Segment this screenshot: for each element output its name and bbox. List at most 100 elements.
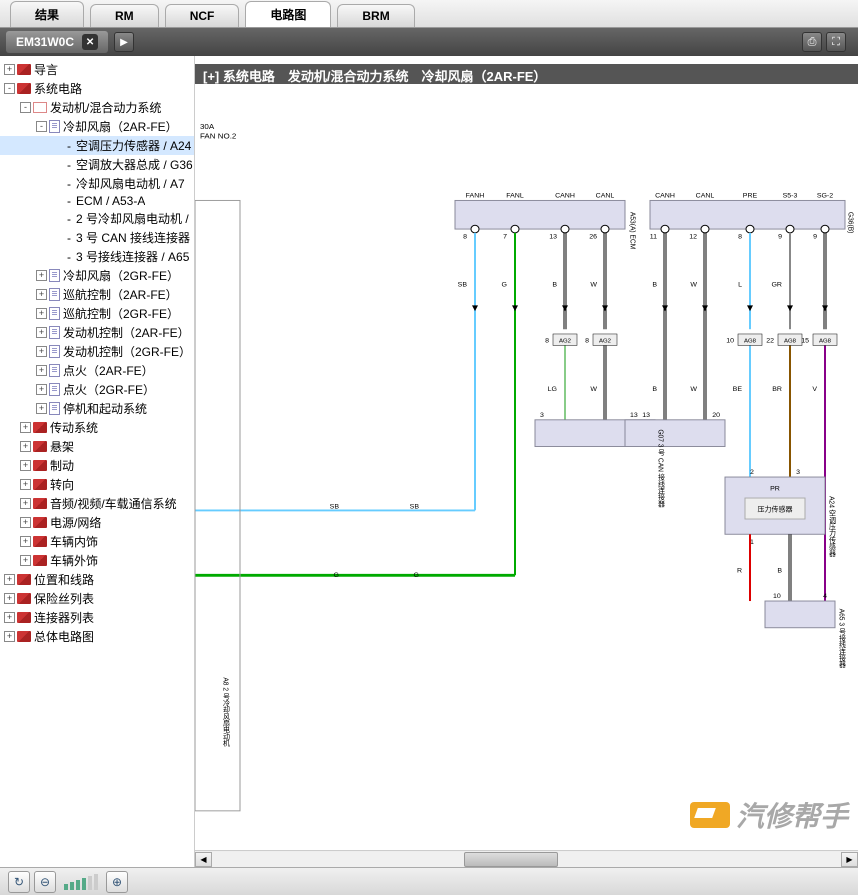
top-tab-4[interactable]: BRM — [337, 4, 414, 27]
tree-node-9[interactable]: -3 号 CAN 接线连接器 — [0, 228, 194, 247]
top-tabs: 结果 RM NCF电路图 BRM — [0, 0, 858, 28]
close-icon[interactable]: ✕ — [82, 34, 98, 50]
page-icon — [49, 364, 60, 377]
tree-node-25[interactable]: +车辆内饰 — [0, 532, 194, 551]
svg-text:30A: 30A — [200, 122, 215, 131]
tree-node-7[interactable]: -ECM / A53-A — [0, 193, 194, 209]
tree-node-15[interactable]: +发动机控制（2GR-FE） — [0, 342, 194, 361]
toggle-icon[interactable]: + — [36, 403, 47, 414]
zoom-out-button[interactable]: ⊖ — [34, 871, 56, 893]
forward-button[interactable]: ▶ — [114, 32, 134, 52]
tree-node-8[interactable]: -2 号冷却风扇电动机 / — [0, 209, 194, 228]
top-tab-1[interactable]: RM — [90, 4, 159, 27]
toggle-icon[interactable]: + — [36, 346, 47, 357]
toggle-icon[interactable]: + — [20, 498, 31, 509]
tree-node-2[interactable]: -发动机/混合动力系统 — [0, 98, 194, 117]
tree-label: ECM / A53-A — [76, 194, 145, 208]
print-icon[interactable]: ⎙ — [802, 32, 822, 52]
toggle-icon[interactable]: + — [36, 270, 47, 281]
tree-node-16[interactable]: +点火（2AR-FE） — [0, 361, 194, 380]
tree-node-29[interactable]: +连接器列表 — [0, 608, 194, 627]
breadcrumb-expand-icon[interactable]: [+] — [203, 69, 219, 84]
svg-text:FANH: FANH — [466, 193, 485, 200]
tree-node-18[interactable]: +停机和起动系统 — [0, 399, 194, 418]
tree-node-30[interactable]: +总体电路图 — [0, 627, 194, 646]
toggle-icon[interactable]: + — [4, 574, 15, 585]
tree-node-10[interactable]: -3 号接线连接器 / A65 — [0, 247, 194, 266]
toggle-icon[interactable]: + — [20, 441, 31, 452]
page-icon — [49, 345, 60, 358]
scroll-left-button[interactable]: ◀ — [195, 852, 212, 867]
scrollbar-track[interactable] — [212, 852, 841, 867]
toggle-icon[interactable]: + — [20, 422, 31, 433]
tree-node-12[interactable]: + 巡航控制（2AR-FE） — [0, 285, 194, 304]
svg-text:V: V — [812, 386, 817, 393]
svg-text:9: 9 — [778, 234, 782, 241]
tree-label: 巡航控制（2AR-FE） — [63, 286, 178, 303]
watermark-text: 汽修帮手 — [736, 795, 848, 835]
wiring-diagram[interactable]: 30AFAN NO.2A53(A) ECMFANH8FANL7CANH13CAN… — [195, 86, 858, 849]
tree-node-20[interactable]: +悬架 — [0, 437, 194, 456]
toggle-icon[interactable]: + — [36, 327, 47, 338]
tree-node-17[interactable]: + 点火（2GR-FE） — [0, 380, 194, 399]
top-tab-0[interactable]: 结果 — [10, 1, 84, 27]
toggle-icon[interactable]: + — [20, 555, 31, 566]
svg-text:2: 2 — [750, 469, 754, 476]
tree-node-24[interactable]: +电源/网络 — [0, 513, 194, 532]
toggle-icon[interactable]: + — [20, 460, 31, 471]
tree-node-21[interactable]: + 制动 — [0, 456, 194, 475]
toggle-icon[interactable]: - — [36, 121, 47, 132]
top-tab-2[interactable]: NCF — [165, 4, 240, 27]
expand-icon[interactable]: ⛶ — [826, 32, 846, 52]
svg-text:L: L — [738, 281, 742, 288]
tree-node-28[interactable]: +保险丝列表 — [0, 589, 194, 608]
toggle-icon[interactable]: + — [36, 308, 47, 319]
tree-node-27[interactable]: +位置和线路 — [0, 570, 194, 589]
tree-node-6[interactable]: -冷却风扇电动机 / A7 — [0, 174, 194, 193]
tree-node-13[interactable]: +巡航控制（2GR-FE） — [0, 304, 194, 323]
toggle-icon[interactable]: + — [4, 631, 15, 642]
tree-node-14[interactable]: +发动机控制（2AR-FE） — [0, 323, 194, 342]
scroll-right-button[interactable]: ▶ — [841, 852, 858, 867]
horizontal-scrollbar[interactable]: ◀ ▶ — [195, 850, 858, 867]
book-icon — [33, 517, 47, 528]
toggle-icon[interactable]: + — [20, 517, 31, 528]
toggle-icon[interactable]: + — [20, 536, 31, 547]
svg-text:B: B — [652, 281, 657, 288]
refresh-button[interactable]: ↻ — [8, 871, 30, 893]
tree-node-22[interactable]: +转向 — [0, 475, 194, 494]
svg-text:AG2: AG2 — [599, 339, 611, 345]
document-tab[interactable]: EM31W0C ✕ — [6, 31, 108, 53]
tree-node-5[interactable]: -空调放大器总成 / G36 — [0, 155, 194, 174]
tree-node-0[interactable]: +导言 — [0, 60, 194, 79]
toggle-icon[interactable]: + — [4, 612, 15, 623]
toggle-icon[interactable]: - — [4, 83, 15, 94]
toggle-icon[interactable]: + — [36, 289, 47, 300]
toggle-icon[interactable]: + — [36, 384, 47, 395]
toggle-icon[interactable]: + — [4, 593, 15, 604]
svg-text:A24 空调压力传感器: A24 空调压力传感器 — [827, 496, 836, 558]
toggle-icon[interactable]: + — [20, 479, 31, 490]
toggle-icon[interactable]: + — [4, 64, 15, 75]
tree-node-3[interactable]: -冷却风扇（2AR-FE） — [0, 117, 194, 136]
svg-text:B: B — [777, 568, 782, 575]
toggle-icon[interactable]: - — [20, 102, 31, 113]
svg-text:压力传感器: 压力传感器 — [758, 505, 793, 514]
zoom-in-button[interactable]: ⊕ — [106, 871, 128, 893]
svg-text:3: 3 — [796, 469, 800, 476]
top-tab-3[interactable]: 电路图 — [245, 1, 331, 27]
book-icon — [17, 612, 31, 623]
tree-label: 车辆外饰 — [50, 552, 98, 569]
tree-node-4[interactable]: -空调压力传感器 / A24 — [0, 136, 194, 155]
scrollbar-thumb[interactable] — [464, 852, 558, 867]
tree-node-23[interactable]: +音频/视频/车载通信系统 — [0, 494, 194, 513]
tree-label: 制动 — [50, 457, 74, 474]
tree-node-11[interactable]: +冷却风扇（2GR-FE） — [0, 266, 194, 285]
tree-node-19[interactable]: +传动系统 — [0, 418, 194, 437]
book-icon — [33, 441, 47, 452]
tree-label: 点火（2GR-FE） — [63, 381, 155, 398]
tree-node-26[interactable]: + 车辆外饰 — [0, 551, 194, 570]
svg-text:AG2: AG2 — [559, 339, 571, 345]
tree-node-1[interactable]: -系统电路 — [0, 79, 194, 98]
toggle-icon[interactable]: + — [36, 365, 47, 376]
